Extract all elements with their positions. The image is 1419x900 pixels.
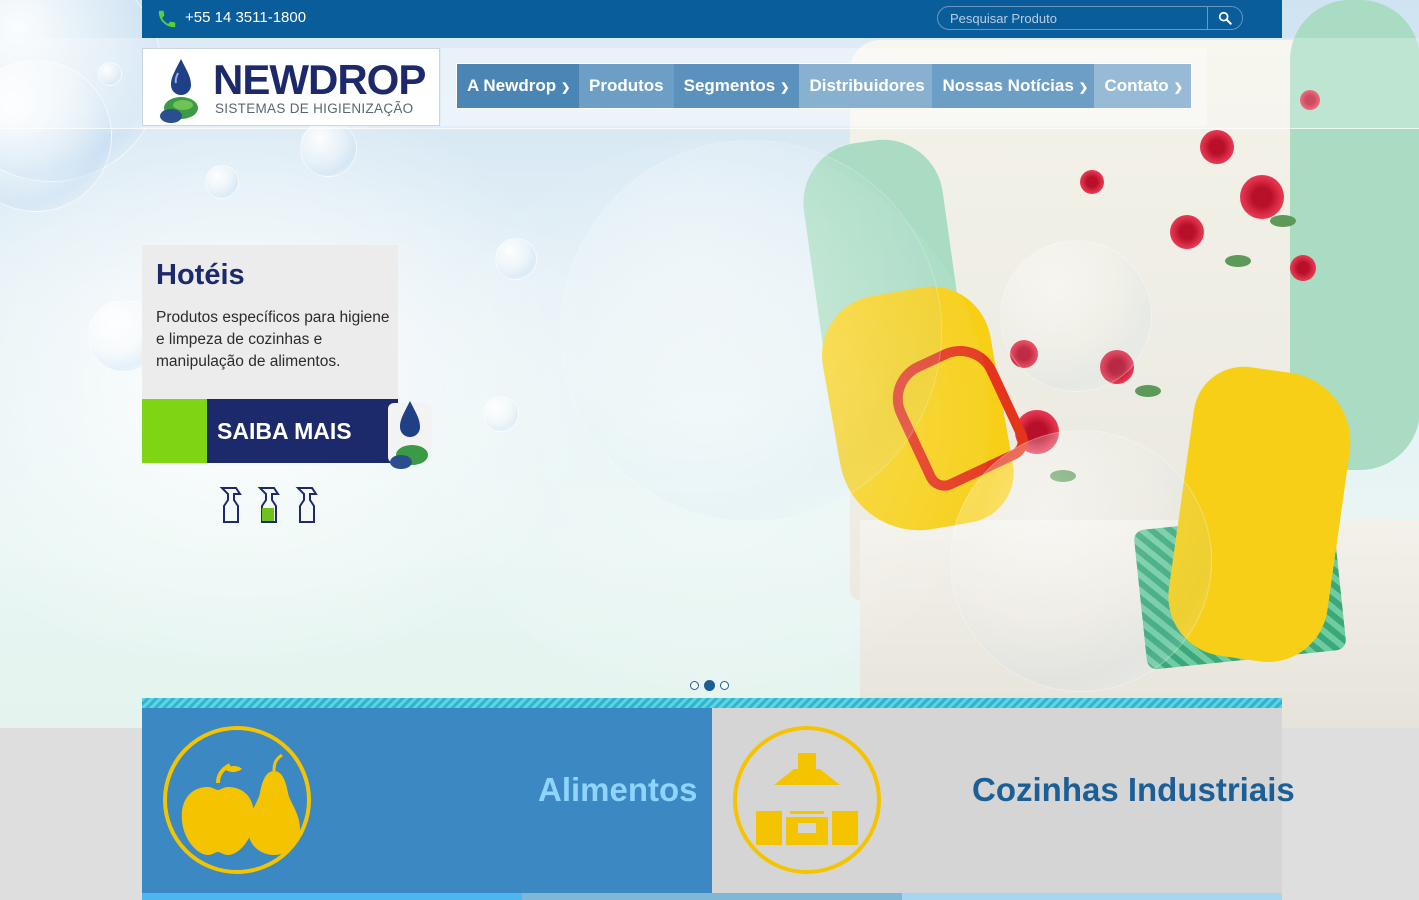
chevron-down-icon: ❯	[1078, 81, 1089, 94]
slide-caption: Hotéis Produtos específicos para higiene…	[142, 245, 398, 399]
slider-dot-active[interactable]	[704, 680, 715, 691]
slider-dot[interactable]	[720, 681, 729, 690]
slide-title: Hotéis	[156, 259, 245, 291]
search-button[interactable]	[1207, 7, 1242, 29]
nav-label: Nossas Notícias	[942, 76, 1074, 95]
nav-item-segmentos[interactable]: Segmentos ❯	[673, 64, 800, 108]
segments-stripe	[142, 698, 1282, 708]
segment-label: Alimentos	[538, 771, 698, 808]
logo-drop-icon	[160, 59, 198, 123]
nav-item-a-newdrop[interactable]: A Newdrop ❯	[457, 64, 579, 108]
nav-item-distribuidores[interactable]: Distribuidores	[799, 64, 933, 108]
slide-text: Produtos específicos para higiene e limp…	[156, 309, 390, 370]
main-nav: A Newdrop ❯ Produtos Segmentos ❯ Distribui…	[456, 63, 1192, 109]
nav-label: Distribuidores	[809, 76, 925, 95]
chevron-down-icon: ❯	[1173, 81, 1183, 94]
slider-dot[interactable]	[690, 681, 699, 690]
logo-subtitle: SISTEMAS DE HIGIENIZAÇÃO	[215, 101, 414, 116]
spray-bottles-icon	[219, 487, 318, 523]
logo[interactable]: NEWDROP SISTEMAS DE HIGIENIZAÇÃO	[142, 48, 440, 126]
nav-item-produtos[interactable]: Produtos	[579, 64, 674, 108]
drop-badge-icon	[388, 401, 432, 469]
kitchen-icon	[733, 726, 881, 874]
slider-pagination	[690, 680, 729, 691]
button-accent	[142, 399, 207, 463]
fruit-icon	[163, 726, 311, 874]
search-icon	[1218, 11, 1232, 25]
nav-label: Produtos	[589, 76, 664, 95]
search-box	[937, 6, 1243, 30]
chevron-down-icon: ❯	[561, 81, 571, 94]
nav-label: Segmentos	[683, 76, 776, 95]
segment-label: Cozinhas Industriais	[972, 771, 1295, 808]
phone-icon	[158, 10, 176, 28]
chevron-down-icon: ❯	[780, 81, 790, 94]
saiba-mais-label: SAIBA MAIS	[207, 399, 398, 463]
search-input[interactable]	[938, 7, 1218, 29]
nav-item-noticias[interactable]: Nossas Notícias ❯	[932, 64, 1095, 108]
nav-label: Contato	[1104, 76, 1169, 95]
saiba-mais-button[interactable]: SAIBA MAIS	[142, 399, 398, 463]
nav-item-contato[interactable]: Contato ❯	[1094, 64, 1192, 108]
segments-bottom-strip	[142, 893, 1282, 900]
top-bar: +55 14 3511-1800	[142, 0, 1282, 38]
nav-label: A Newdrop	[467, 76, 557, 95]
phone-number[interactable]: +55 14 3511-1800	[185, 9, 306, 26]
logo-title: NEWDROP	[213, 56, 426, 103]
